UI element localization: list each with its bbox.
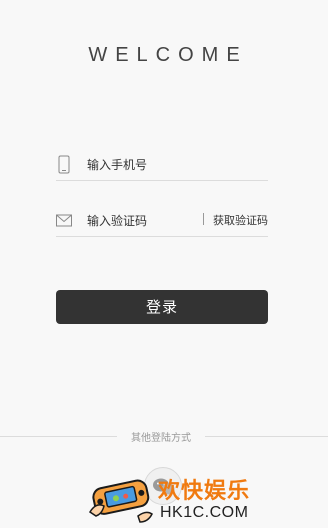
mail-icon <box>56 214 72 227</box>
other-login-divider: 其他登陆方式 <box>0 429 328 444</box>
phone-field <box>56 151 268 181</box>
watermark-text-en: HK1C.COM <box>160 504 249 521</box>
other-login-label: 其他登陆方式 <box>131 433 191 444</box>
code-input[interactable] <box>87 211 197 231</box>
watermark-logo: 欢快娱乐 HK1C.COM <box>86 468 256 526</box>
code-divider <box>203 213 204 225</box>
get-code-button[interactable]: 获取验证码 <box>213 212 269 228</box>
divider-line-right <box>205 436 328 437</box>
phone-icon <box>58 155 70 174</box>
welcome-title: WELCOME <box>88 44 248 66</box>
gamepad-icon <box>88 479 153 523</box>
phone-input[interactable] <box>87 155 227 175</box>
divider-line-left <box>0 436 117 437</box>
code-field: 获取验证码 <box>56 207 268 237</box>
watermark-text-cn: 欢快娱乐 <box>158 479 251 504</box>
login-button[interactable]: 登录 <box>56 290 268 324</box>
